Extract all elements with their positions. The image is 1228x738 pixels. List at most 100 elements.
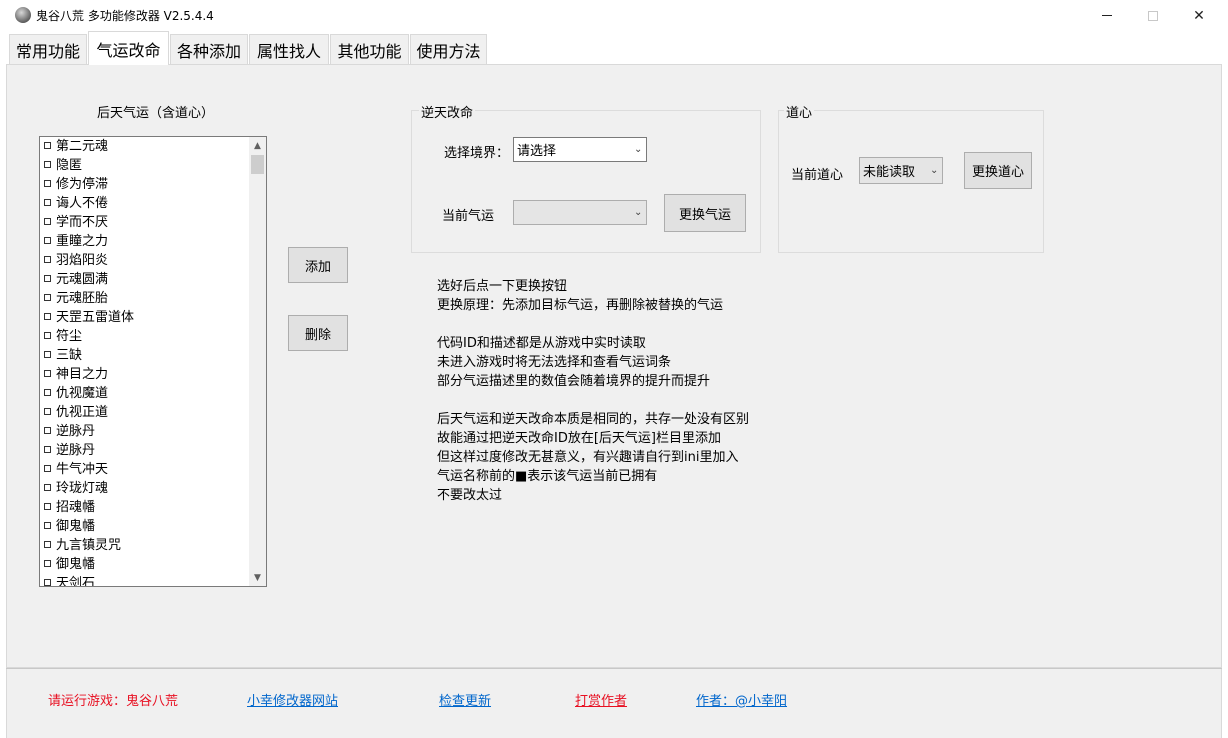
list-item[interactable]: 仇视正道	[40, 403, 249, 422]
list-item-label: 元魂圆满	[56, 272, 109, 287]
list-item[interactable]: 神目之力	[40, 365, 249, 384]
daoxin-group-title: 道心	[784, 102, 815, 121]
tab-strip: 常用功能 气运改命 各种添加 属性找人 其他功能 使用方法	[0, 31, 1228, 65]
list-item[interactable]: 御鬼幡	[40, 517, 249, 536]
realm-select[interactable]: 请选择 ⌄	[513, 137, 647, 162]
checkbox-icon	[44, 484, 51, 491]
list-item[interactable]: 符尘	[40, 327, 249, 346]
list-item-label: 神目之力	[56, 367, 109, 382]
list-item-label: 招魂幡	[56, 500, 96, 515]
list-item[interactable]: 学而不厌	[40, 213, 249, 232]
list-item[interactable]: 羽焰阳炎	[40, 251, 249, 270]
scroll-thumb[interactable]	[251, 155, 264, 174]
checkbox-icon	[44, 256, 51, 263]
tab-other[interactable]: 其他功能	[330, 34, 409, 65]
checkbox-icon	[44, 294, 51, 301]
list-item-label: 天罡五雷道体	[56, 310, 135, 325]
list-item[interactable]: 御鬼幡	[40, 555, 249, 574]
maximize-icon	[1148, 10, 1158, 21]
list-item-label: 重瞳之力	[56, 234, 109, 249]
tab-add[interactable]: 各种添加	[170, 34, 248, 65]
checkbox-icon	[44, 218, 51, 225]
list-item[interactable]: 玲珑灯魂	[40, 479, 249, 498]
checkbox-icon	[44, 408, 51, 415]
list-item-label: 仇视魔道	[56, 386, 109, 401]
list-item[interactable]: 诲人不倦	[40, 194, 249, 213]
delete-button[interactable]: 删除	[288, 315, 348, 351]
info-line: 但这样过度修改无甚意义，有兴趣请自行到ini里加入	[437, 450, 739, 465]
tab-common[interactable]: 常用功能	[9, 34, 87, 65]
scroll-up-icon[interactable]: ▲	[249, 137, 266, 154]
window-title: 鬼谷八荒 多功能修改器 V2.5.4.4	[36, 9, 214, 23]
list-item[interactable]: 修为停滞	[40, 175, 249, 194]
list-item[interactable]: 隐匿	[40, 156, 249, 175]
info-line: 后天气运和逆天改命本质是相同的，共存一处没有区别	[437, 412, 750, 427]
tab-usage[interactable]: 使用方法	[410, 34, 487, 65]
list-item-label: 逆脉丹	[56, 424, 96, 439]
list-item-label: 仇视正道	[56, 405, 109, 420]
replace-daoxin-button[interactable]: 更换道心	[964, 152, 1032, 189]
list-item[interactable]: 逆脉丹	[40, 441, 249, 460]
list-item[interactable]: 元魂圆满	[40, 270, 249, 289]
checkbox-icon	[44, 427, 51, 434]
status-divider	[6, 668, 1222, 669]
current-fate-select[interactable]: ⌄	[513, 200, 647, 225]
list-item-label: 诲人不倦	[56, 196, 109, 211]
list-item[interactable]: 仇视魔道	[40, 384, 249, 403]
list-item-label: 隐匿	[56, 158, 83, 173]
checkbox-icon	[44, 180, 51, 187]
list-item-label: 御鬼幡	[56, 519, 96, 534]
list-item[interactable]: 逆脉丹	[40, 422, 249, 441]
list-item[interactable]: 天罡五雷道体	[40, 308, 249, 327]
list-item-label: 御鬼幡	[56, 557, 96, 572]
maximize-button[interactable]	[1130, 0, 1176, 31]
list-item-label: 修为停滞	[56, 177, 109, 192]
check-update-link[interactable]: 检查更新	[439, 690, 491, 709]
checkbox-icon	[44, 332, 51, 339]
checkbox-icon	[44, 541, 51, 548]
list-item[interactable]: 重瞳之力	[40, 232, 249, 251]
list-scrollbar[interactable]: ▲ ▼	[249, 137, 266, 586]
replace-fate-button[interactable]: 更换气运	[664, 194, 746, 232]
list-item-label: 牛气冲天	[56, 462, 109, 477]
fate-list-items: 第二元魂隐匿修为停滞诲人不倦学而不厌重瞳之力羽焰阳炎元魂圆满元魂胚胎天罡五雷道体…	[40, 137, 249, 586]
checkbox-icon	[44, 522, 51, 529]
checkbox-icon	[44, 370, 51, 377]
list-item[interactable]: 牛气冲天	[40, 460, 249, 479]
scroll-down-icon[interactable]: ▼	[249, 569, 266, 586]
list-item[interactable]: 元魂胚胎	[40, 289, 249, 308]
tab-fate[interactable]: 气运改命	[88, 31, 169, 65]
author-link[interactable]: 作者：@小幸阳	[696, 690, 787, 709]
title-bar: 鬼谷八荒 多功能修改器 V2.5.4.4 ✕	[0, 0, 1228, 31]
minimize-button[interactable]	[1084, 0, 1130, 31]
current-daoxin-select[interactable]: 未能读取 ⌄	[859, 157, 943, 184]
info-line: 选好后点一下更换按钮	[437, 279, 568, 294]
list-item-label: 玲珑灯魂	[56, 481, 109, 496]
checkbox-icon	[44, 351, 51, 358]
add-button[interactable]: 添加	[288, 247, 348, 283]
checkbox-icon	[44, 503, 51, 510]
realm-select-value: 请选择	[517, 144, 557, 159]
list-item-label: 第二元魂	[56, 139, 109, 154]
checkbox-icon	[44, 142, 51, 149]
info-line	[437, 391, 749, 410]
minimize-icon	[1102, 15, 1112, 16]
list-title: 后天气运（含道心）	[97, 106, 215, 121]
donate-link[interactable]: 打赏作者	[575, 690, 627, 709]
list-item[interactable]: 天剑石	[40, 574, 249, 586]
list-item[interactable]: 三缺	[40, 346, 249, 365]
chevron-down-icon: ⌄	[634, 206, 643, 218]
current-fate-label: 当前气运	[442, 209, 495, 224]
checkbox-icon	[44, 275, 51, 282]
info-line: 气运名称前的■表示该气运当前已拥有	[437, 469, 658, 484]
chevron-down-icon: ⌄	[930, 164, 939, 176]
fate-listbox[interactable]: 第二元魂隐匿修为停滞诲人不倦学而不厌重瞳之力羽焰阳炎元魂圆满元魂胚胎天罡五雷道体…	[39, 136, 267, 587]
list-item[interactable]: 九言镇灵咒	[40, 536, 249, 555]
tab-attributes[interactable]: 属性找人	[249, 34, 329, 65]
site-link[interactable]: 小幸修改器网站	[247, 690, 338, 709]
list-item[interactable]: 第二元魂	[40, 137, 249, 156]
list-item[interactable]: 招魂幡	[40, 498, 249, 517]
checkbox-icon	[44, 446, 51, 453]
info-line: 未进入游戏时将无法选择和查看气运词条	[437, 355, 672, 370]
close-button[interactable]: ✕	[1176, 0, 1222, 31]
